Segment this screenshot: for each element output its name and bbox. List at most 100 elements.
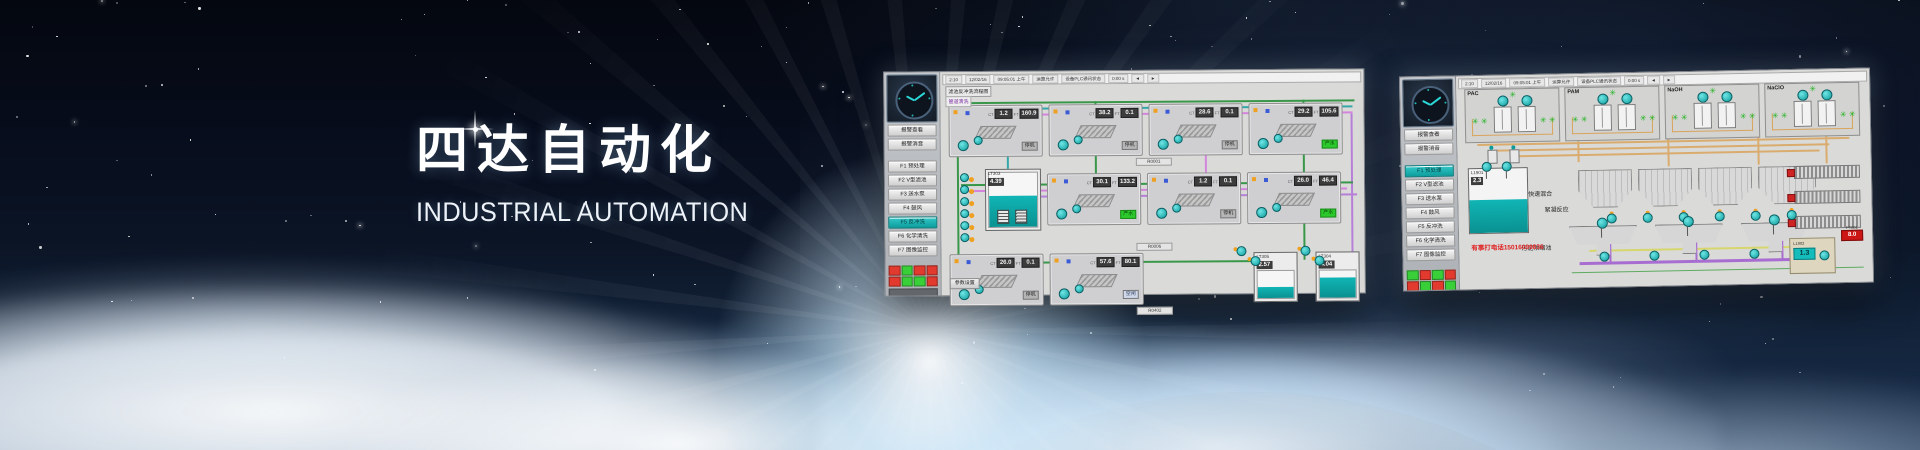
- status-cell: [1419, 270, 1431, 280]
- dosing-pump-icon: [1621, 93, 1632, 104]
- mixer-fan-icon: [1709, 87, 1716, 95]
- mixer-fan-icon: [1849, 111, 1856, 119]
- filter-row-1: CT1.2FT160.9 停机 CT38.2FT0.1: [948, 102, 1358, 157]
- ft-label: FT: [1215, 110, 1220, 115]
- valve-marks: [1153, 109, 1157, 113]
- chemical-tank: [1594, 104, 1612, 130]
- chemical-label: NaOH: [1667, 87, 1682, 93]
- chemical-label: PAM: [1567, 89, 1579, 95]
- row-tag: R0006: [1136, 243, 1172, 251]
- ct-label: CT: [1090, 260, 1095, 265]
- ft-label: FT: [1116, 260, 1121, 265]
- chemical-tank: [1694, 103, 1712, 129]
- valve-marks: [1152, 178, 1156, 182]
- nav-page-button: F1 预处理: [1405, 165, 1454, 178]
- status-cell: [914, 265, 926, 275]
- ft-value: 46.4: [1319, 176, 1337, 186]
- mixer-fan-icon: [1772, 112, 1779, 120]
- valve-marks: [1252, 177, 1256, 181]
- ct-label: CT: [1189, 110, 1194, 115]
- alarm-view-button: 报警查看: [1404, 129, 1453, 142]
- pt-value: 8.0: [1841, 230, 1863, 241]
- dosing-pump-icon: [1721, 91, 1732, 102]
- mixer-fan-icon: [1549, 117, 1556, 125]
- mixer-fan-icon: [1640, 115, 1647, 123]
- clock-hour-hand: [1422, 100, 1431, 106]
- scada2-main-area: 2:1012/02/1609:05:01 上午运算允许设备PLC通讯状态0:00…: [1456, 69, 1873, 290]
- pump-icon: [958, 140, 969, 151]
- nav-page-button: F5 反冲洗: [888, 216, 937, 228]
- valve-marks: [1055, 258, 1059, 262]
- page-subtag: 管道清洗: [945, 96, 971, 107]
- mixer-fan-icon: [1672, 114, 1679, 122]
- nav-page-button: F4 鼓风: [1405, 206, 1454, 219]
- unit-status-chip: 停机: [1023, 291, 1039, 300]
- pump-icon: [1059, 288, 1070, 299]
- nav-page-button: F1 预处理: [888, 160, 937, 172]
- chemical-label: PAC: [1467, 91, 1478, 97]
- ft-value: 0.1: [1120, 108, 1138, 118]
- dosing-pump-icon: [1797, 90, 1808, 101]
- nav-page-button: F3 送水泵: [1405, 193, 1454, 206]
- alarm-status-row: [1407, 269, 1456, 280]
- status-cell: [1432, 270, 1444, 280]
- clock-hour-hand: [905, 95, 914, 101]
- scada1-nav: F1 预处理F2 V型滤池F3 送水泵F4 鼓风F5 反冲洗F6 化学清洗F7 …: [885, 160, 941, 256]
- chemical-tank: [1718, 102, 1736, 128]
- ft-label: FT: [1016, 260, 1021, 265]
- row-tag: R0001: [1136, 158, 1172, 166]
- alarm-status-row: [1407, 280, 1456, 290]
- scada2-sidebar: 报警查看 报警消音 F1 预处理F2 V型滤池F3 送水泵F4 鼓风F5 反冲洗…: [1400, 76, 1460, 290]
- status-cell: [889, 266, 901, 276]
- tank-level-value: 4.39: [988, 178, 1004, 186]
- ct-label: CT: [1087, 180, 1092, 185]
- ft-label: FT: [1313, 178, 1318, 183]
- valve-marks: [1253, 108, 1257, 112]
- mixer-fan-icon: [1540, 117, 1547, 125]
- scada1-main-area: 2:1012/02/1609:05:01 上午运算允许设备PLC通讯状态0:00…: [940, 69, 1365, 295]
- status-cell: [1419, 281, 1431, 291]
- mixer-fan-icon: [1572, 116, 1579, 124]
- chemical-tank: [1818, 100, 1836, 126]
- rapid-mix-label: 快速混合: [1528, 189, 1552, 198]
- ct-value: 38.2: [1096, 108, 1114, 118]
- alarm-mute-button: 报警消音: [1404, 143, 1453, 156]
- dosing-panel: NaOH: [1664, 84, 1760, 140]
- valve-marks: [1053, 109, 1057, 113]
- mixer-fan-icon: [1472, 118, 1479, 126]
- brand-title-english: INDUSTRIAL AUTOMATION: [416, 197, 748, 228]
- dosing-panel: NaClO: [1764, 82, 1860, 138]
- chemical-label: NaClO: [1767, 85, 1784, 91]
- ft-value: 0.1: [1219, 176, 1237, 186]
- sidebar-spacer-panel: [889, 288, 938, 295]
- ct-value: 30.1: [1093, 177, 1111, 187]
- filter-unit: CT1.2FT160.9 停机: [948, 105, 1042, 158]
- unit-status-chip: 停机: [1122, 141, 1138, 150]
- ct-value: 29.2: [1295, 107, 1313, 117]
- filter-row-2: CT30.1FT133.2 产水 CT1.2FT0.1: [1047, 166, 1341, 225]
- dosing-pump-icon: [1821, 89, 1832, 100]
- pump-icon: [1158, 139, 1169, 150]
- ct-label: CT: [1288, 109, 1293, 114]
- pump-icon: [1819, 250, 1829, 260]
- membrane-module: [1794, 165, 1860, 179]
- ct-value: 1.2: [1194, 176, 1212, 186]
- pump-icon: [959, 289, 970, 300]
- mixer-fan-icon: [1481, 118, 1488, 126]
- mixer-fan-icon: [1649, 115, 1656, 123]
- tank-meter: [997, 210, 1009, 224]
- nav-page-button: F5 反冲洗: [1406, 220, 1455, 233]
- level-tank-pair: LT305 2.57 LT304 4.04: [1253, 251, 1359, 302]
- panel-label: L1902: [1793, 241, 1804, 246]
- nav-page-button: F2 V型滤池: [888, 174, 937, 186]
- ft-value: 80.1: [1122, 257, 1140, 267]
- status-cell: [1444, 269, 1456, 279]
- pressure-readout: PT801 8.0: [1841, 225, 1863, 241]
- tank-fill: [1258, 286, 1294, 298]
- ct-label: CT: [1089, 111, 1094, 116]
- mixer-fan-icon: [1740, 113, 1747, 121]
- chemical-tank: [1518, 106, 1536, 132]
- nav-page-button: F6 化学清洗: [1406, 234, 1455, 247]
- flocculation-label: 絮凝反应: [1544, 204, 1568, 213]
- pump-icon: [1258, 138, 1269, 149]
